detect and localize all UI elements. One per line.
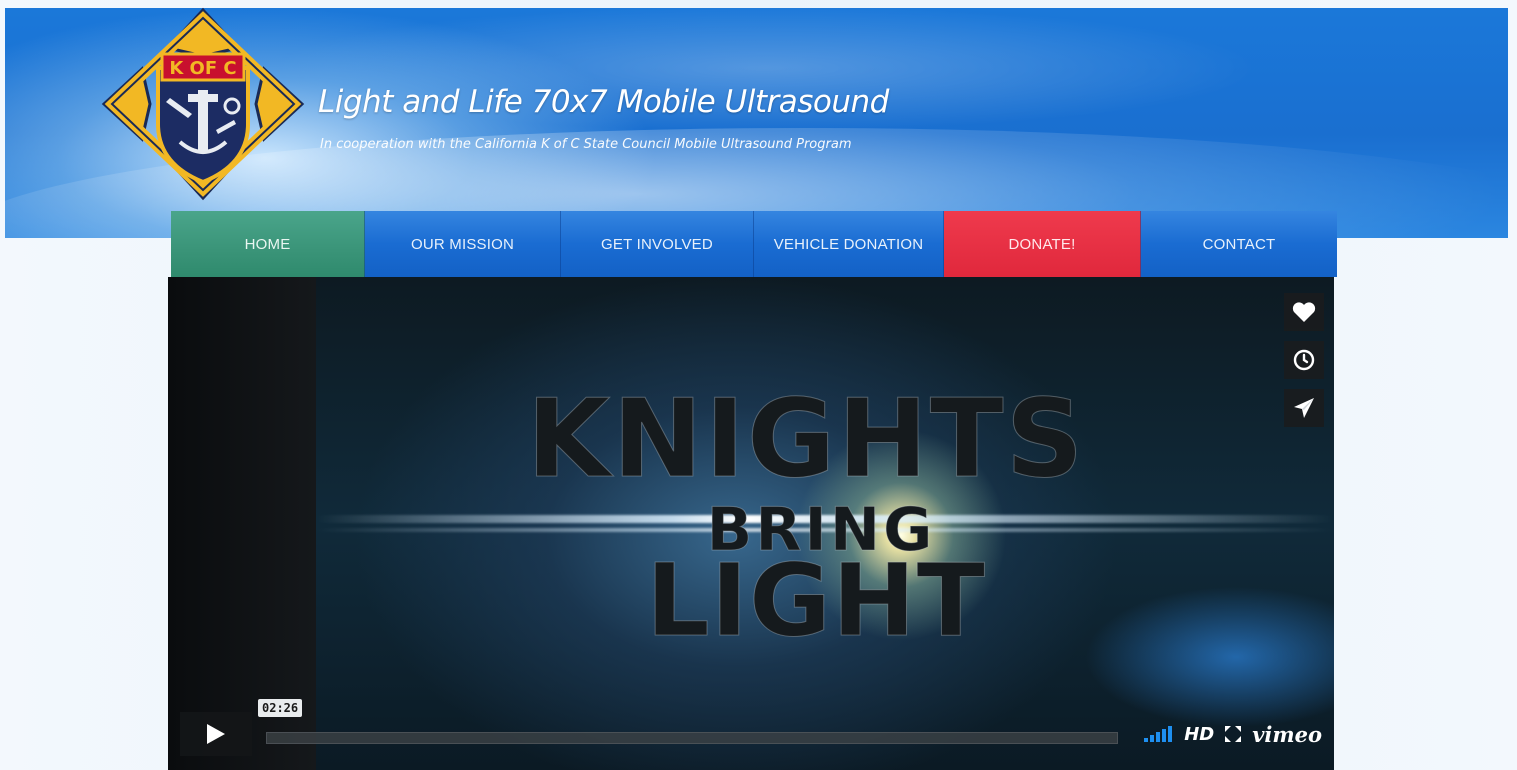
nav-item-home[interactable]: HOME <box>171 211 365 277</box>
hd-toggle[interactable]: HD <box>1184 724 1214 745</box>
main-navigation: HOME OUR MISSION GET INVOLVED VEHICLE DO… <box>171 211 1337 277</box>
kofc-logo[interactable]: K OF C <box>100 6 306 202</box>
nav-item-donate[interactable]: DONATE! <box>944 211 1141 277</box>
send-icon <box>1294 398 1314 418</box>
site-title: Light and Life 70x7 Mobile Ultrasound <box>318 84 889 120</box>
player-controls: 02:26 HD vimeo <box>180 699 1322 756</box>
play-icon <box>207 724 225 744</box>
progress-bar[interactable] <box>266 732 1118 744</box>
timecode-label: 02:26 <box>258 699 303 717</box>
nav-item-vehicle-donation[interactable]: VEHICLE DONATION <box>754 211 944 277</box>
logo-text: K OF C <box>169 58 236 79</box>
nav-item-get-involved[interactable]: GET INVOLVED <box>561 211 754 277</box>
play-button[interactable] <box>180 712 252 756</box>
heart-icon <box>1292 302 1316 322</box>
video-title-line-1: KNIGHTS <box>526 377 1086 503</box>
share-button[interactable] <box>1284 389 1324 427</box>
signal-bars-icon <box>1144 726 1173 742</box>
nav-item-contact[interactable]: CONTACT <box>1141 211 1337 277</box>
vimeo-logo[interactable]: vimeo <box>1252 722 1322 747</box>
player-right-controls: HD vimeo <box>1144 720 1322 748</box>
watch-later-button[interactable] <box>1284 341 1324 379</box>
kofc-emblem-icon: K OF C <box>101 7 305 201</box>
video-player[interactable]: KNIGHTS BRING LIGHT 02:26 HD vimeo <box>168 277 1334 770</box>
site-subtitle: In cooperation with the California K of … <box>320 137 852 152</box>
like-button[interactable] <box>1284 293 1324 331</box>
nav-item-our-mission[interactable]: OUR MISSION <box>365 211 561 277</box>
fullscreen-icon[interactable] <box>1224 725 1242 743</box>
clock-icon <box>1293 349 1315 371</box>
video-side-actions <box>1284 293 1324 427</box>
video-title-line-3: LIGHT <box>646 542 986 660</box>
